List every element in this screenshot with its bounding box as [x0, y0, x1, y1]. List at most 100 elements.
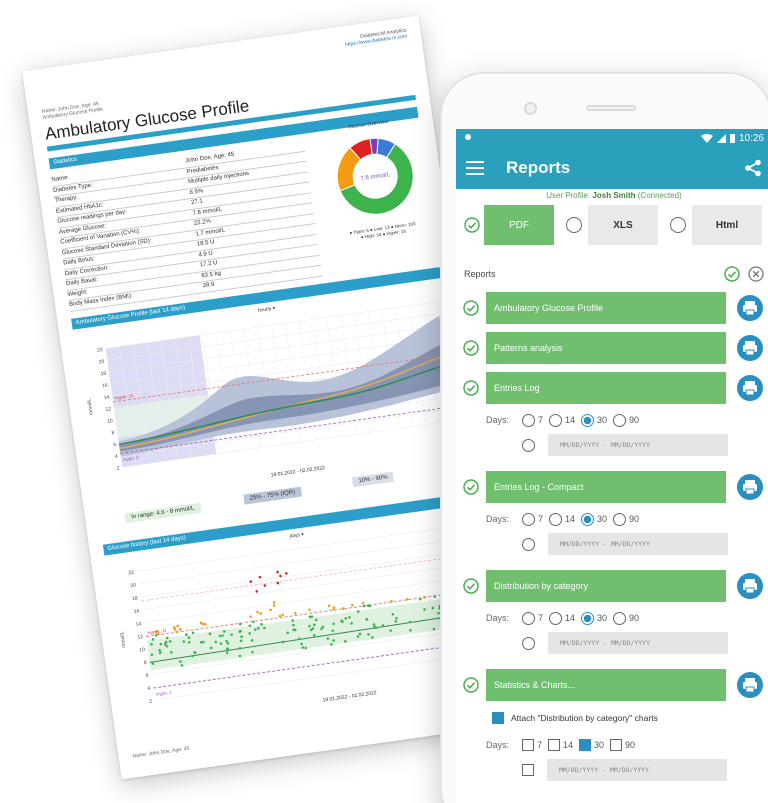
- format-xls-button[interactable]: XLS: [588, 205, 658, 245]
- days-option-30[interactable]: 30: [581, 512, 607, 526]
- days-radio[interactable]: [613, 512, 627, 526]
- days-option-7[interactable]: 7: [522, 739, 542, 751]
- days-option-90[interactable]: 90: [610, 739, 635, 751]
- scene: Diabetes:M Analytics https://www.diabete…: [0, 0, 768, 803]
- print-icon[interactable]: [737, 672, 763, 698]
- date-range-field[interactable]: MM/DD/YYYY - MM/DD/YYYY: [548, 434, 728, 456]
- history-reading-point: [178, 627, 182, 631]
- html-radio[interactable]: [670, 217, 686, 233]
- hamburger-menu-icon[interactable]: [466, 161, 484, 175]
- days-selector: Days: 7 14 30 90: [456, 607, 768, 629]
- history-y-tick: 6: [145, 673, 149, 679]
- report-item-button[interactable]: Distribution by category: [486, 570, 726, 602]
- print-icon[interactable]: [737, 295, 763, 321]
- days-option-14[interactable]: 14: [549, 512, 575, 526]
- custom-range-radio[interactable]: [522, 537, 535, 551]
- days-checkbox[interactable]: [522, 739, 534, 751]
- days-option-14[interactable]: 14: [549, 413, 575, 427]
- report-item-button[interactable]: Entries Log: [486, 372, 726, 404]
- days-radio[interactable]: [522, 611, 535, 625]
- days-option-14[interactable]: 14: [548, 739, 573, 751]
- report-item-button[interactable]: Ambulatory Glucose Profile: [486, 292, 726, 324]
- days-radio[interactable]: [549, 413, 563, 427]
- report-item: Ambulatory Glucose Profile: [456, 292, 768, 324]
- days-radio[interactable]: [581, 413, 595, 427]
- report-check-icon[interactable]: [463, 300, 479, 321]
- days-option-30[interactable]: 30: [581, 413, 607, 427]
- speaker: [586, 105, 636, 111]
- date-range-field[interactable]: MM/DD/YYYY - MM/DD/YYYY: [547, 759, 727, 781]
- report-item-button[interactable]: Entries Log - Compact: [486, 471, 726, 503]
- history-y-tick: 22: [128, 570, 135, 577]
- history-gridline: [140, 550, 473, 598]
- statistics-table: Name: John Doe, Age: 45 Diabetes Type: Pred…: [51, 140, 323, 312]
- days-label: Days:: [486, 740, 510, 750]
- xls-radio[interactable]: [566, 217, 582, 233]
- report-item-button[interactable]: Patterns analysis: [486, 332, 726, 364]
- signal-icon: [716, 133, 726, 143]
- report-check-icon[interactable]: [463, 380, 479, 401]
- days-option-90[interactable]: 90: [613, 611, 639, 625]
- days-checkbox[interactable]: [610, 739, 623, 751]
- days-radio[interactable]: [613, 611, 627, 625]
- print-icon[interactable]: [737, 474, 763, 500]
- days-option-label: 14: [565, 613, 576, 623]
- days-radio[interactable]: [581, 611, 595, 625]
- history-y-tick: 12: [137, 634, 144, 641]
- print-icon[interactable]: [737, 335, 763, 361]
- report-check-icon[interactable]: [463, 677, 479, 698]
- agp-chart-svg: 222018161412108642mmol/LHyper: 11Hypo: 3: [86, 301, 455, 472]
- attach-charts-checkbox[interactable]: [492, 712, 504, 724]
- print-icon[interactable]: [737, 375, 763, 401]
- camera: [524, 102, 537, 115]
- history-reading-point: [263, 584, 267, 587]
- format-pdf-button[interactable]: PDF: [484, 205, 554, 245]
- days-radio[interactable]: [613, 413, 627, 427]
- history-target-band: [146, 593, 483, 671]
- history-reading-point: [276, 570, 279, 574]
- days-option-7[interactable]: 7: [522, 611, 544, 625]
- days-radio[interactable]: [522, 413, 535, 427]
- clear-all-close-icon[interactable]: [748, 266, 764, 282]
- pdf-selected-check-icon[interactable]: [464, 217, 480, 233]
- history-reading-point: [249, 615, 252, 619]
- report-brand: Diabetes:M Analytics https://www.diabete…: [344, 27, 408, 48]
- custom-range-radio[interactable]: [522, 636, 535, 650]
- days-option-label: 14: [563, 740, 574, 750]
- attach-charts-row[interactable]: Attach "Distribution by category" charts: [456, 707, 768, 729]
- days-radio[interactable]: [581, 512, 595, 526]
- report-item-button[interactable]: Statistics & Charts...: [486, 669, 726, 701]
- print-icon[interactable]: [737, 573, 763, 599]
- agp-y-tick: 4: [115, 454, 119, 460]
- agp-y-tick: 20: [98, 359, 105, 366]
- days-radio[interactable]: [549, 512, 563, 526]
- history-reading-point: [308, 608, 311, 611]
- days-option-90[interactable]: 90: [613, 413, 639, 427]
- report-check-icon[interactable]: [463, 578, 479, 599]
- days-option-30[interactable]: 30: [581, 611, 607, 625]
- format-html-button[interactable]: Html: [692, 205, 762, 245]
- date-range-field[interactable]: MM/DD/YYYY - MM/DD/YYYY: [548, 533, 728, 555]
- days-checkbox[interactable]: [548, 739, 561, 751]
- range-90-box: 10% - 90%: [351, 471, 395, 488]
- select-all-check-icon[interactable]: [724, 266, 740, 282]
- date-range-field[interactable]: MM/DD/YYYY - MM/DD/YYYY: [548, 632, 728, 654]
- custom-range-radio[interactable]: [522, 438, 535, 452]
- report-check-icon[interactable]: [463, 340, 479, 361]
- days-checkbox[interactable]: [579, 739, 592, 751]
- days-option-7[interactable]: 7: [522, 512, 543, 526]
- custom-range-checkbox[interactable]: [522, 764, 534, 776]
- agp-y-tick: 22: [97, 347, 104, 354]
- days-option-90[interactable]: 90: [613, 512, 639, 526]
- history-reading-point: [256, 610, 259, 614]
- days-option-7[interactable]: 7: [522, 413, 543, 427]
- days-option-14[interactable]: 14: [549, 611, 576, 625]
- days-option-label: 30: [594, 740, 605, 750]
- days-radio[interactable]: [549, 611, 563, 625]
- days-option-label: 7: [538, 613, 544, 623]
- days-radio[interactable]: [522, 512, 535, 526]
- report-check-icon[interactable]: [463, 479, 479, 500]
- days-option-30[interactable]: 30: [579, 739, 604, 751]
- share-icon[interactable]: [744, 159, 762, 177]
- app-screen: 10:26 Reports User Profile: Josh Smith (…: [456, 129, 768, 803]
